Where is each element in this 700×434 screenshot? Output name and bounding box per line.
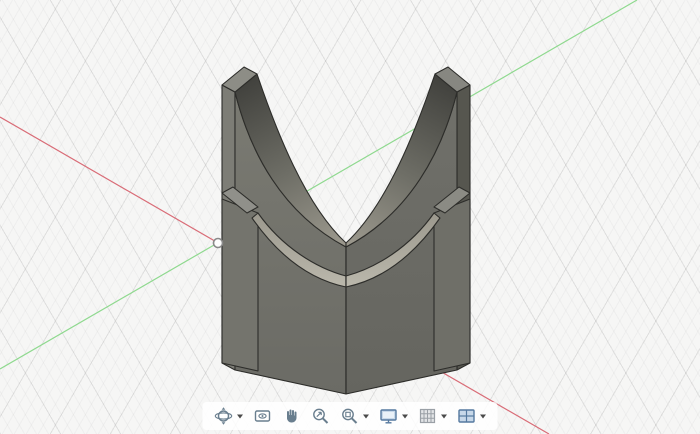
fit-button[interactable] [339, 405, 371, 427]
display-settings-dropdown-caret[interactable] [402, 414, 409, 419]
pan-button[interactable] [281, 405, 303, 427]
viewports-dropdown-caret[interactable] [480, 414, 487, 419]
navigation-toolbar [203, 402, 498, 430]
orbit-icon [214, 406, 234, 426]
fit-icon [340, 406, 360, 426]
viewport-canvas[interactable] [0, 0, 700, 434]
viewports-button[interactable] [456, 405, 488, 427]
grid-and-snaps-button[interactable] [417, 405, 449, 427]
look-at-button[interactable] [252, 405, 274, 427]
model-right-front-prong-face [434, 199, 470, 371]
grid-and-snaps-icon [418, 406, 438, 426]
model-left-front-prong-face [222, 199, 258, 371]
grid-and-snaps-dropdown-caret[interactable] [441, 414, 448, 419]
zoom-icon [311, 406, 331, 426]
fit-dropdown-caret[interactable] [363, 414, 370, 419]
display-settings-button[interactable] [378, 405, 410, 427]
origin-marker[interactable] [214, 239, 223, 248]
orbit-dropdown-caret[interactable] [237, 414, 244, 419]
pan-icon [282, 406, 302, 426]
display-settings-icon [379, 406, 399, 426]
model-body[interactable] [222, 67, 470, 394]
scene [0, 0, 700, 434]
viewports-icon [457, 406, 477, 426]
orbit-button[interactable] [213, 405, 245, 427]
look-at-icon [253, 406, 273, 426]
zoom-button[interactable] [310, 405, 332, 427]
